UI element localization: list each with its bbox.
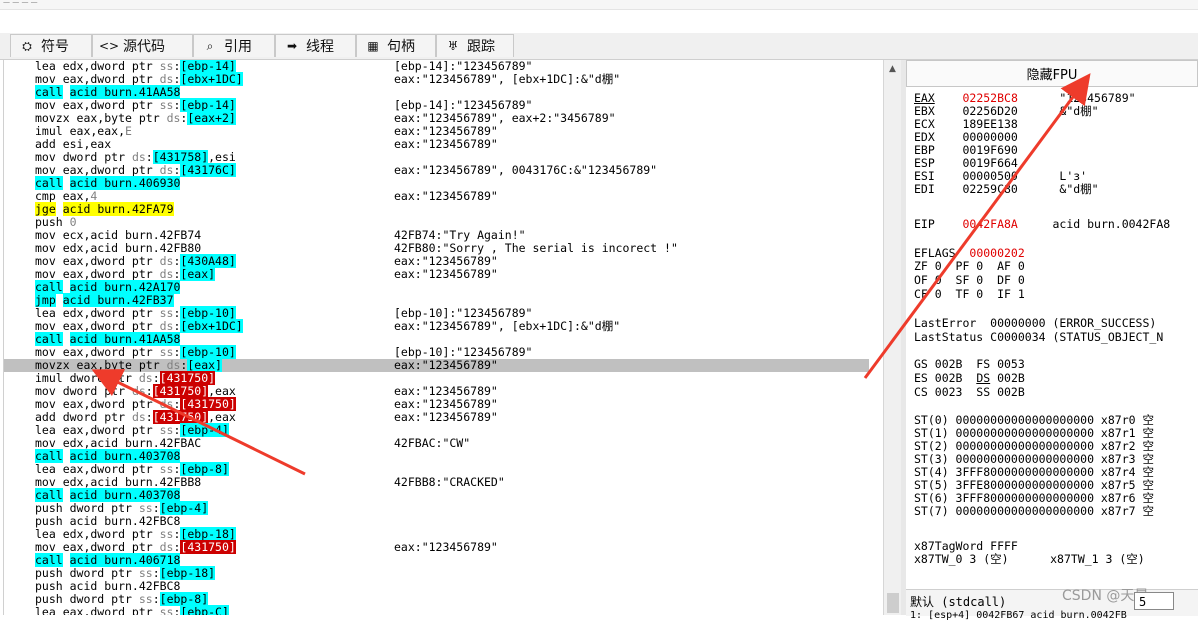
tab-label: 跟踪 [467, 39, 495, 55]
comment: eax:"123456789", [ebx+1DC]:&"d棚" [394, 72, 621, 86]
stack-arg-line: 1: [esp+4] 0042FB67 acid burn.0042FB [910, 610, 1127, 621]
window-title: — — — — [3, 0, 38, 6]
flags-row[interactable]: CF 0 TF 0 IF 1 [914, 288, 1025, 301]
flags-row[interactable]: ZF 0 PF 0 AF 0 [914, 260, 1025, 273]
comment: eax:"123456789" [394, 540, 498, 554]
segment-row[interactable]: CS 0023 SS 002B [914, 386, 1025, 399]
last-error[interactable]: LastError 00000000 (ERROR_SUCCESS) [914, 317, 1156, 330]
argument-count-input[interactable]: 5 [1134, 592, 1174, 610]
comment: eax:"123456789" [394, 137, 498, 151]
symbol-icon: ⛭ [22, 38, 32, 53]
handle-icon: ▦ [367, 39, 379, 53]
comment: eax:"123456789" [394, 189, 498, 203]
call-stack-panel: 默认 (stdcall) CSDN @天晨 5 1: [esp+4] 0042F… [906, 588, 1198, 621]
hide-fpu-button[interactable]: 隐藏FPU [906, 60, 1198, 87]
comment: eax:"123456789" [394, 410, 498, 424]
source-code-icon: <> [98, 39, 120, 53]
window-title-strip: — — — — [0, 0, 1198, 10]
tab-search[interactable]: ⌕ 引用 [193, 34, 275, 57]
tab-trace[interactable]: ♅ 跟踪 [436, 34, 514, 57]
st-register-row[interactable]: ST(7) 00000000000000000000 x87r7 空 [914, 505, 1154, 518]
tab-label: 句柄 [387, 39, 415, 55]
register-edi[interactable]: EDI 02259C80 &"d棚" [914, 183, 1099, 196]
trace-icon: ♅ [447, 39, 459, 53]
register-eip[interactable]: EIP 0042FA8A acid burn.0042FA8 [914, 218, 1170, 231]
tab-label: 线程 [306, 39, 334, 55]
tab-handle[interactable]: ▦ 句柄 [356, 34, 436, 57]
flags-row[interactable]: OF 0 SF 0 DF 0 [914, 274, 1025, 287]
segment-row[interactable]: ES 002B DS 002B [914, 372, 1025, 385]
comment: 42FBB8:"CRACKED" [394, 475, 505, 489]
registers-pane[interactable]: 隐藏FPU EAX 02252BC8 "123456789" EBX 02256D… [906, 60, 1198, 615]
disassembly-gutter [4, 60, 32, 615]
thread-icon: ➡ [286, 39, 298, 53]
comment: eax:"123456789" [394, 267, 498, 281]
tab-label: 引用 [224, 39, 252, 55]
search-icon: ⌕ [206, 38, 214, 53]
tab-bar: ⛭ 符号 <> 源代码 ⌕ 引用 ➡ 线程 ▦ 句柄 ♅ 跟踪 [0, 33, 1198, 60]
tab-source-code[interactable]: <> 源代码 [92, 34, 193, 57]
segment-row[interactable]: GS 002B FS 0053 [914, 358, 1025, 371]
x87-tagword-row[interactable]: x87TW_0 3 (空) x87TW_1 3 (空) [914, 553, 1145, 566]
disassembly-view[interactable]: lea edx,dword ptr ss:[ebp-14] [ebp-14]:"1… [3, 60, 884, 615]
comment: eax:"123456789", 0043176C:&"123456789" [394, 163, 658, 177]
comment: eax:"123456789", [ebx+1DC]:&"d棚" [394, 319, 621, 333]
comment: 42FBAC:"CW" [394, 436, 471, 450]
tab-symbol[interactable]: ⛭ 符号 [10, 34, 92, 57]
scroll-up-icon[interactable]: ▲ [889, 64, 896, 74]
last-status[interactable]: LastStatus C0000034 (STATUS_OBJECT_N [914, 331, 1163, 344]
disassembly-scrollbar[interactable]: ▲ [883, 60, 902, 615]
disasm-row[interactable]: jge acid burn.42FA79 [35, 202, 884, 216]
comment: eax:"123456789" [394, 358, 498, 372]
calling-convention-label[interactable]: 默认 (stdcall) [910, 593, 1006, 610]
tab-thread[interactable]: ➡ 线程 [275, 34, 356, 57]
disasm-row[interactable]: lea eax,dword ptr ss:[ebp-C] [35, 605, 884, 615]
tab-label: 源代码 [123, 39, 165, 55]
instruction: lea eax,dword ptr ss:[ebp-C] [35, 605, 229, 615]
tab-label: 符号 [41, 39, 69, 55]
scroll-thumb[interactable] [887, 593, 899, 613]
